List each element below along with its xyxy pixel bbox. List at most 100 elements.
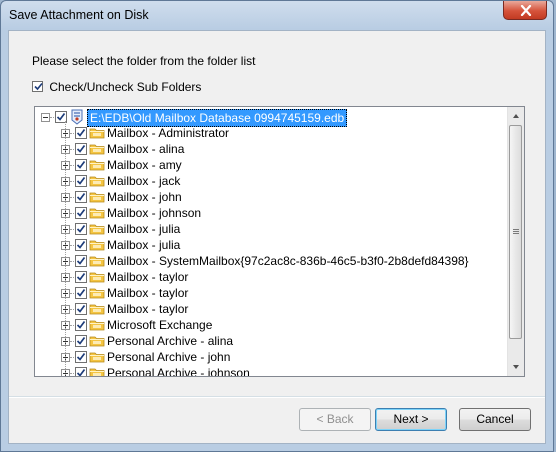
tree-node[interactable]: Mailbox - julia bbox=[35, 221, 505, 237]
tree-node[interactable]: Personal Archive - johnson bbox=[35, 365, 505, 376]
checkmark-icon bbox=[76, 128, 86, 137]
tree-node-label[interactable]: Mailbox - amy bbox=[107, 157, 182, 173]
folder-icon bbox=[89, 125, 105, 141]
scroll-up-icon[interactable] bbox=[510, 110, 522, 122]
checkmark-icon bbox=[76, 176, 86, 185]
folder-tree[interactable]: E:\EDB\Old Mailbox Database 0994745159.e… bbox=[34, 106, 525, 377]
vertical-scrollbar[interactable] bbox=[507, 107, 524, 376]
close-button[interactable] bbox=[503, 1, 547, 20]
tree-node[interactable]: Mailbox - amy bbox=[35, 157, 505, 173]
tree-connector bbox=[50, 117, 54, 118]
tree-root-node[interactable]: E:\EDB\Old Mailbox Database 0994745159.e… bbox=[35, 109, 505, 127]
checkmark-icon bbox=[76, 272, 86, 281]
checkmark-icon bbox=[76, 224, 86, 233]
tree-node[interactable]: Mailbox - john bbox=[35, 189, 505, 205]
instruction-text: Please select the folder from the folder… bbox=[32, 54, 256, 68]
tree-node-label[interactable]: Mailbox - taylor bbox=[107, 301, 188, 317]
checkmark-icon bbox=[76, 160, 86, 169]
tree-node-label[interactable]: Mailbox - jack bbox=[107, 173, 180, 189]
subfolders-checkbox-row[interactable]: Check/Uncheck Sub Folders bbox=[32, 79, 201, 95]
tree-node-checkbox[interactable] bbox=[75, 207, 87, 219]
scroll-thumb[interactable] bbox=[509, 125, 522, 339]
database-icon bbox=[69, 109, 85, 125]
folder-icon bbox=[89, 349, 105, 365]
tree-connector bbox=[70, 341, 74, 342]
tree-node[interactable]: Mailbox - alina bbox=[35, 141, 505, 157]
folder-icon bbox=[89, 237, 105, 253]
tree-node-checkbox[interactable] bbox=[75, 367, 87, 376]
folder-icon bbox=[89, 253, 105, 269]
tree-node-checkbox[interactable] bbox=[75, 351, 87, 363]
checkmark-icon bbox=[34, 83, 43, 91]
tree-node-label[interactable]: Mailbox - johnson bbox=[107, 205, 201, 221]
tree-connector bbox=[70, 309, 74, 310]
tree-node[interactable]: Mailbox - taylor bbox=[35, 301, 505, 317]
tree-node-label[interactable]: Microsoft Exchange bbox=[107, 317, 212, 333]
tree-node[interactable]: Mailbox - julia bbox=[35, 237, 505, 253]
tree-node[interactable]: Mailbox - jack bbox=[35, 173, 505, 189]
tree-node-checkbox[interactable] bbox=[75, 287, 87, 299]
tree-node-label[interactable]: Mailbox - Administrator bbox=[107, 125, 229, 141]
tree-connector bbox=[70, 293, 74, 294]
folder-icon bbox=[89, 333, 105, 349]
tree-node-label[interactable]: Mailbox - taylor bbox=[107, 285, 188, 301]
tree-connector bbox=[70, 325, 74, 326]
folder-icon bbox=[89, 141, 105, 157]
grip-line bbox=[513, 229, 519, 230]
tree-node-label[interactable]: Mailbox - SystemMailbox{97c2ac8c-836b-46… bbox=[107, 253, 469, 269]
folder-icon bbox=[89, 205, 105, 221]
tree-connector bbox=[70, 245, 74, 246]
back-button[interactable]: < Back bbox=[299, 408, 371, 431]
title-bar[interactable]: Save Attachment on Disk bbox=[1, 1, 553, 29]
grip-line bbox=[513, 233, 519, 234]
folder-icon bbox=[89, 221, 105, 237]
tree-connector bbox=[70, 133, 74, 134]
tree-node[interactable]: Mailbox - SystemMailbox{97c2ac8c-836b-46… bbox=[35, 253, 505, 269]
dialog-body: Please select the folder from the folder… bbox=[8, 30, 546, 444]
tree-node-checkbox[interactable] bbox=[75, 159, 87, 171]
tree-node-label[interactable]: Mailbox - taylor bbox=[107, 269, 188, 285]
tree-node-label[interactable]: Mailbox - john bbox=[107, 189, 182, 205]
checkmark-icon bbox=[76, 208, 86, 217]
tree-node-checkbox[interactable] bbox=[75, 239, 87, 251]
scroll-down-icon[interactable] bbox=[510, 361, 522, 373]
checkmark-icon bbox=[76, 304, 86, 313]
tree-node[interactable]: Mailbox - taylor bbox=[35, 269, 505, 285]
tree-node-label[interactable]: Mailbox - julia bbox=[107, 237, 180, 253]
tree-connector bbox=[70, 277, 74, 278]
tree-node[interactable]: Personal Archive - john bbox=[35, 349, 505, 365]
checkmark-icon bbox=[76, 336, 86, 345]
tree-node-label[interactable]: Mailbox - julia bbox=[107, 221, 180, 237]
tree-node[interactable]: Personal Archive - alina bbox=[35, 333, 505, 349]
tree-node-label[interactable]: Personal Archive - alina bbox=[107, 333, 233, 349]
next-button[interactable]: Next > bbox=[375, 408, 447, 431]
tree-node-label[interactable]: Personal Archive - johnson bbox=[107, 365, 250, 376]
tree-node-checkbox[interactable] bbox=[75, 303, 87, 315]
tree-node[interactable]: Microsoft Exchange bbox=[35, 317, 505, 333]
tree-connector bbox=[70, 373, 74, 374]
tree-node-checkbox[interactable] bbox=[75, 335, 87, 347]
tree-node-checkbox[interactable] bbox=[75, 319, 87, 331]
tree-node-checkbox[interactable] bbox=[75, 175, 87, 187]
tree-node-checkbox[interactable] bbox=[75, 191, 87, 203]
checkmark-icon bbox=[76, 368, 86, 376]
subfolders-checkbox[interactable] bbox=[32, 81, 43, 93]
tree-node-checkbox[interactable] bbox=[75, 271, 87, 283]
cancel-button[interactable]: Cancel bbox=[459, 408, 531, 431]
collapse-toggle-icon[interactable] bbox=[41, 113, 50, 122]
folder-icon bbox=[89, 173, 105, 189]
tree-node-label[interactable]: Personal Archive - john bbox=[107, 349, 230, 365]
checkmark-icon bbox=[76, 352, 86, 361]
tree-node[interactable]: Mailbox - Administrator bbox=[35, 125, 505, 141]
folder-icon bbox=[89, 317, 105, 333]
tree-node-checkbox[interactable] bbox=[75, 143, 87, 155]
tree-node-checkbox[interactable] bbox=[75, 255, 87, 267]
tree-node[interactable]: Mailbox - taylor bbox=[35, 285, 505, 301]
tree-node-checkbox[interactable] bbox=[75, 127, 87, 139]
dialog-window: Save Attachment on Disk Please select th… bbox=[0, 0, 554, 452]
tree-node[interactable]: Mailbox - johnson bbox=[35, 205, 505, 221]
subfolders-label[interactable]: Check/Uncheck Sub Folders bbox=[49, 80, 201, 94]
tree-node-label[interactable]: Mailbox - alina bbox=[107, 141, 184, 157]
tree-connector bbox=[70, 229, 74, 230]
tree-node-checkbox[interactable] bbox=[75, 223, 87, 235]
